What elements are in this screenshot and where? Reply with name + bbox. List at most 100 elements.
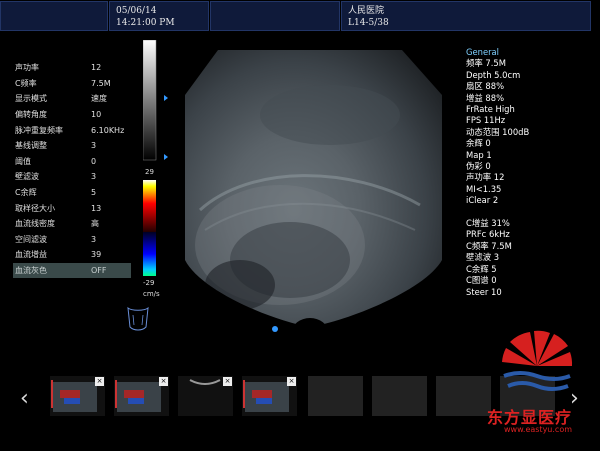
general-param: FrRate High [466,104,515,115]
param-row[interactable]: 取样径大小 13 [13,200,131,216]
param-value: 10 [91,110,102,120]
param-row[interactable]: 声功率 12 [13,60,131,76]
scale-bottom-label: -29 [143,279,155,287]
general-param: 余辉 0 [466,138,491,149]
focus-marker-icon [272,326,278,332]
param-value: 7.5M [91,78,111,88]
general-param: Map 1 [466,149,492,160]
param-label: 偏转角度 [15,110,47,120]
thumbnail[interactable] [372,376,427,416]
param-label: 阈值 [15,156,31,166]
header-cell-datetime: 05/06/14 14:21:00 PM [109,1,209,31]
general-param: Depth 5.0cm [466,69,521,80]
param-label: 显示模式 [15,94,47,104]
general-param: iClear 2 [466,195,499,206]
color-param: C余辉 5 [466,263,497,274]
color-param: C频率 7.5M [466,240,512,251]
gray-scale-bar [143,40,157,161]
color-param: PRFc 6kHz [466,229,510,240]
thumbnail-close-button[interactable]: × [159,377,168,386]
thumbnails-prev-button[interactable]: ‹ [20,386,29,411]
general-param: 扇区 88% [466,81,505,92]
param-row[interactable]: 阈值 0 [13,154,131,170]
left-param-panel: 声功率 12 C频率 7.5M 显示模式 速度偏转角度 10 脉冲重复频率 6.10KHz 基线调… [13,60,131,279]
param-value: 3 [91,141,97,151]
param-row[interactable]: C余辉 5 [13,185,131,201]
param-label: 声功率 [15,63,39,73]
header-cell-blank2 [210,1,340,31]
probe-contact-dark-area [292,318,328,345]
general-param: 声功率 12 [466,172,505,183]
param-value: 6.10KHz [91,125,125,135]
scale-pointer-upper [164,95,168,101]
general-param: 增益 88% [466,92,505,103]
ultrasound-image[interactable] [180,45,450,345]
param-value: 3 [91,234,97,244]
color-param-list: C增益 31% PRFc 6kHz C频率 7.5M 壁滤波 3 C余辉 5 C图谱 0S… [466,218,529,298]
general-param: FPS 11Hz [466,115,506,126]
watermark-url: www.eastyu.com [504,425,572,434]
thumbnail-close-button[interactable]: × [223,377,232,386]
param-value: 3 [91,172,97,182]
param-row[interactable]: 空间滤波 3 [13,232,131,248]
blue-scale-bar [143,232,156,276]
param-value: 速度 [91,94,107,104]
thumbnail[interactable] [436,376,491,416]
param-row[interactable]: C频率 7.5M [13,76,131,92]
thumbnail[interactable]: × [114,376,169,416]
color-param: C增益 31% [466,218,510,229]
color-param: C图谱 0 [466,275,497,286]
param-row[interactable]: 偏转角度 10 [13,107,131,123]
param-value: OFF [91,266,107,276]
thumbnail-close-button[interactable]: × [95,377,104,386]
param-row[interactable]: 显示模式 速度 [13,91,131,107]
general-param: 伪彩 0 [466,161,491,172]
general-param: 动态范围 100dB [466,126,530,137]
param-value: 39 [91,250,102,260]
param-label: 脉冲重复频率 [15,125,63,135]
header-cell-hospital: 人民医院 L14-5/38 [341,1,591,31]
right-param-panel: General 频率 7.5M Depth 5.0cm 扇区 88% 增益 88% Fr… [466,47,529,298]
param-label: 空间滤波 [15,234,47,244]
param-value: 0 [91,156,97,166]
hospital-name: 人民医院 [348,6,385,16]
param-label: 取样径大小 [15,203,55,213]
param-row[interactable]: 脉冲重复频率 6.10KHz [13,122,131,138]
param-row[interactable]: 血流增益 39 [13,247,131,263]
thumbnail[interactable]: × [50,376,105,416]
logo-icon [502,330,573,391]
param-value: 13 [91,203,102,213]
param-value: 高 [91,219,99,229]
color-param: Steer 10 [466,286,502,297]
thumbnail[interactable] [308,376,363,416]
general-param: 频率 7.5M [466,58,506,69]
param-label: 血流灰色 [15,266,47,276]
header-date: 05/06/14 [116,6,157,16]
param-row[interactable]: 基线调整 3 [13,138,131,154]
header-time: 14:21:00 PM [116,18,175,28]
param-row[interactable]: 血流线密度 高 [13,216,131,232]
param-label: 基线调整 [15,141,47,151]
header-cell-blank [0,1,108,31]
scale-top-label: 29 [145,168,154,176]
general-param-list: 频率 7.5M Depth 5.0cm 扇区 88% 增益 88% FrRate Hig… [466,58,529,206]
body-mark-icon [127,306,149,331]
scale-unit-label: cm/s [143,290,160,298]
red-scale-bar [143,180,156,232]
param-label: 壁滤波 [15,172,39,182]
scale-pointer-lower [164,154,168,160]
param-label: 血流线密度 [15,219,55,229]
thumbnail[interactable]: × [242,376,297,416]
param-label: C余辉 [15,188,37,198]
probe-model: L14-5/38 [348,18,389,28]
thumbnail-close-button[interactable]: × [287,377,296,386]
general-param: MI<1.35 [466,183,502,194]
param-value: 12 [91,63,102,73]
general-title: General [466,47,500,57]
param-row[interactable]: 壁滤波 3 [13,169,131,185]
param-value: 5 [91,188,97,198]
param-row[interactable]: 血流灰色 OFF [13,262,131,279]
thumbnail[interactable]: × [178,376,233,416]
top-bar: 05/06/14 14:21:00 PM 人民医院 L14-5/38 [0,0,600,32]
color-param: 壁滤波 3 [466,252,500,263]
